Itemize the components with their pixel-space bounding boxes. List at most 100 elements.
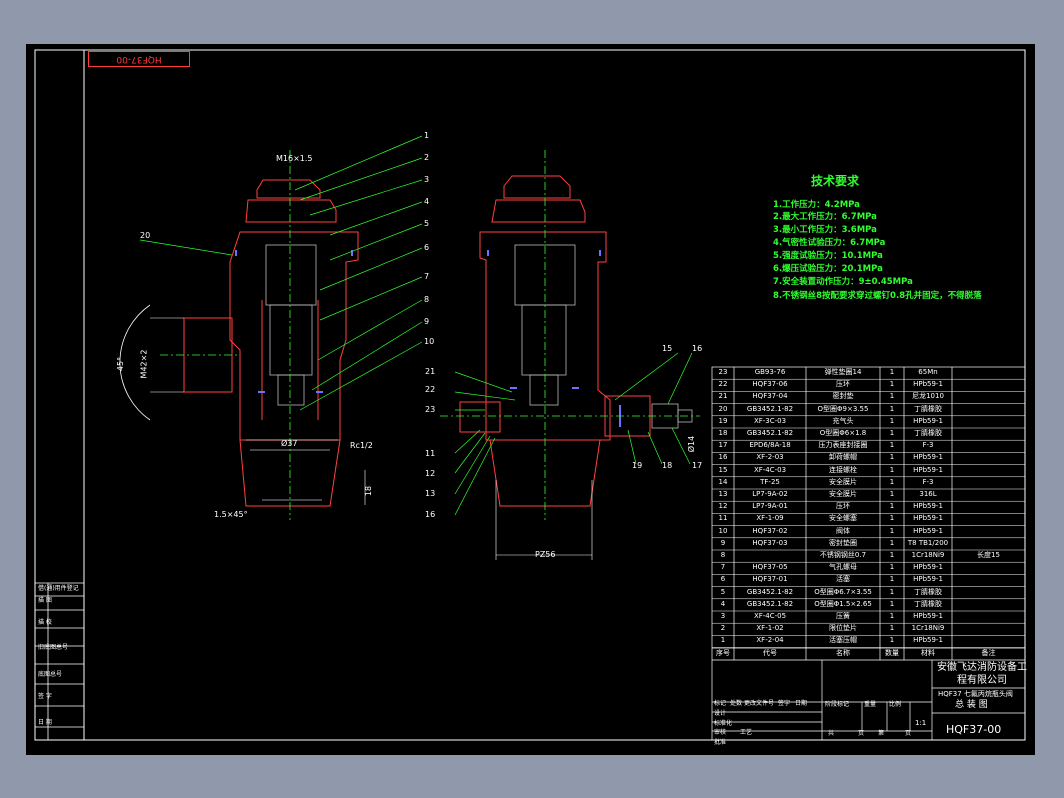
bom-cell: 11 [718,514,728,523]
titleblock-label: 处数 [730,700,743,707]
bom-cell: 1 [889,453,895,462]
bom-cell: 活塞 [836,575,850,584]
bom-cell: 气孔螺母 [829,563,857,572]
bom-cell: EPD6/8A-18 [749,441,791,450]
bom-cell: HPb59-1 [913,612,943,620]
titleblock-label: 阶段标记 [825,701,850,708]
bom-cell: 连接螺栓 [829,465,857,474]
bom-cell: 尼龙1010 [912,392,944,401]
part-balloon: 20 [140,231,151,240]
part-balloon: 1 [424,131,430,140]
tech-requirements-title: 技术要求 [811,174,860,188]
bom-cell: 1 [889,587,895,596]
bom-cell: XF-2-03 [756,453,784,462]
titleblock-label: 页 [905,730,912,737]
bom-cell: 1 [889,514,895,523]
sidebar-label: 日 期 [38,719,52,726]
bom-cell: 1 [889,636,895,645]
bom-cell: HPb59-1 [913,526,943,535]
bom-cell: 1 [889,429,895,437]
bom-cell: 压簧 [836,612,850,620]
bom-cell: 1 [889,624,895,633]
part-balloon: 19 [632,461,643,470]
bom-cell: 1 [889,563,895,572]
sidebar-label: 旧底图总号 [38,644,69,651]
bom-header: 材料 [921,648,935,657]
dim-m: M42×2 [139,349,149,379]
bom-cell: 1 [889,392,895,401]
titleblock-label: 标准化 [714,720,733,727]
part-balloon: 16 [692,344,703,353]
bom-cell: F-3 [922,477,934,486]
bom-cell: 丁腈橡胶 [914,599,942,608]
bom-cell: TF-25 [760,477,780,486]
product-name: HQF37 七氟丙烷瓶头阀 [938,690,1013,698]
bom-cell: 19 [718,416,728,425]
bom-cell: 10 [718,526,728,535]
bom-cell: 安全螺塞 [829,514,857,523]
dim-d37: Ø37 [281,439,298,448]
bom-cell: 丁腈橡胶 [914,429,942,437]
bom-cell: HPb59-1 [913,575,943,584]
sidebar-label: 描 图 [38,597,52,604]
dim-angle: 45° [116,356,126,372]
tech-item: 3.最小工作压力：3.6MPa [773,225,877,235]
bom-cell: 1Cr18Ni9 [911,624,945,633]
bom-cell: 弹性垫圈14 [824,368,862,376]
sidebar-label: 借(通)用件登记 [38,585,79,592]
bom-cell: GB93-76 [754,368,786,376]
bom-cell: 1 [889,404,895,413]
dim-chamfer: 1.5×45° [214,510,248,519]
bom-cell: 316L [919,490,937,498]
bom-cell: 22 [718,380,728,389]
view-name: 总 装 图 [955,700,988,710]
bom-cell: 2 [720,624,726,633]
bom-cell: 1 [889,599,895,608]
tech-item: 5.强度试验压力：10.1MPa [773,251,883,261]
bom-header: 备注 [981,648,996,657]
bom-cell: 压力表座封接圈 [818,441,868,450]
bom-cell: 4 [720,599,726,608]
bom-cell: 1 [889,490,895,498]
bom-cell: 1Cr18Ni9 [911,551,945,559]
bom-cell: 21 [718,392,728,401]
part-balloon: 15 [662,344,673,353]
bom-cell: 安全膜片 [829,477,857,486]
bom-cell: 1 [889,477,895,486]
bom-cell: 15 [718,465,728,474]
part-balloon: 11 [425,449,436,458]
bom-cell: 17 [718,441,728,450]
bom-cell: 1 [889,526,895,535]
bom-cell: 充气头 [832,416,854,425]
bom-cell: HPb59-1 [913,453,943,462]
bom-cell: 1 [889,551,895,559]
bom-cell: HPb59-1 [913,563,943,572]
bom-cell: GB3452.1-82 [746,587,794,596]
bom-cell: HQF37-05 [752,563,788,572]
dim-pz: PZ56 [535,550,556,559]
scale: 1:1 [915,719,927,727]
bom-cell: 压环 [836,380,850,389]
part-balloon: 6 [424,243,430,252]
sidebar-label: 底图总号 [38,671,63,678]
part-balloon: 22 [425,385,436,394]
part-balloon: 3 [424,175,430,184]
bom-cell: LP7-9A-02 [752,490,788,498]
bom-cell: XF-4C-05 [753,612,787,620]
titleblock-label: 审核 [714,729,727,736]
bom-cell: 卸荷螺帽 [829,453,857,462]
part-balloon: 10 [424,337,435,346]
bom-cell: 1 [889,416,895,425]
bom-cell: 限位垫片 [829,624,857,633]
bom-cell: 3 [720,612,726,620]
bom-header: 名称 [836,648,850,657]
bom-header: 代号 [763,648,777,657]
titleblock-label: 页 [858,730,865,737]
bom-header: 数量 [885,648,899,657]
bom-cell: HQF37-02 [752,526,788,535]
bom-cell: 18 [718,429,728,437]
tech-item: 1.工作压力：4.2MPa [773,200,860,210]
bom-cell: HPb59-1 [913,380,943,389]
titleblock-label: 日期 [795,700,808,707]
bom-cell: O型圈Φ9×3.55 [817,404,869,413]
